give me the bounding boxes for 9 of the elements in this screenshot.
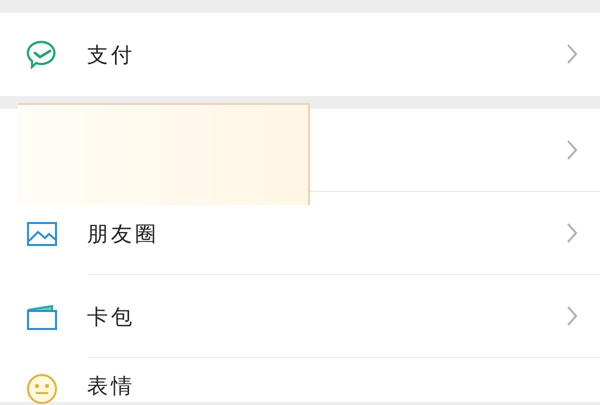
chevron-right-icon[interactable] [566,305,578,327]
chevron-right-icon[interactable] [566,43,578,65]
chevron-right-icon[interactable] [566,222,578,244]
menu-label: 支付 [87,42,135,68]
menu-label: 表情 [87,373,135,400]
menu-label: 朋友圈 [87,220,159,248]
menu-label: 卡包 [87,304,135,330]
chevron-right-icon[interactable] [566,139,578,161]
smiley-icon [25,372,59,405]
